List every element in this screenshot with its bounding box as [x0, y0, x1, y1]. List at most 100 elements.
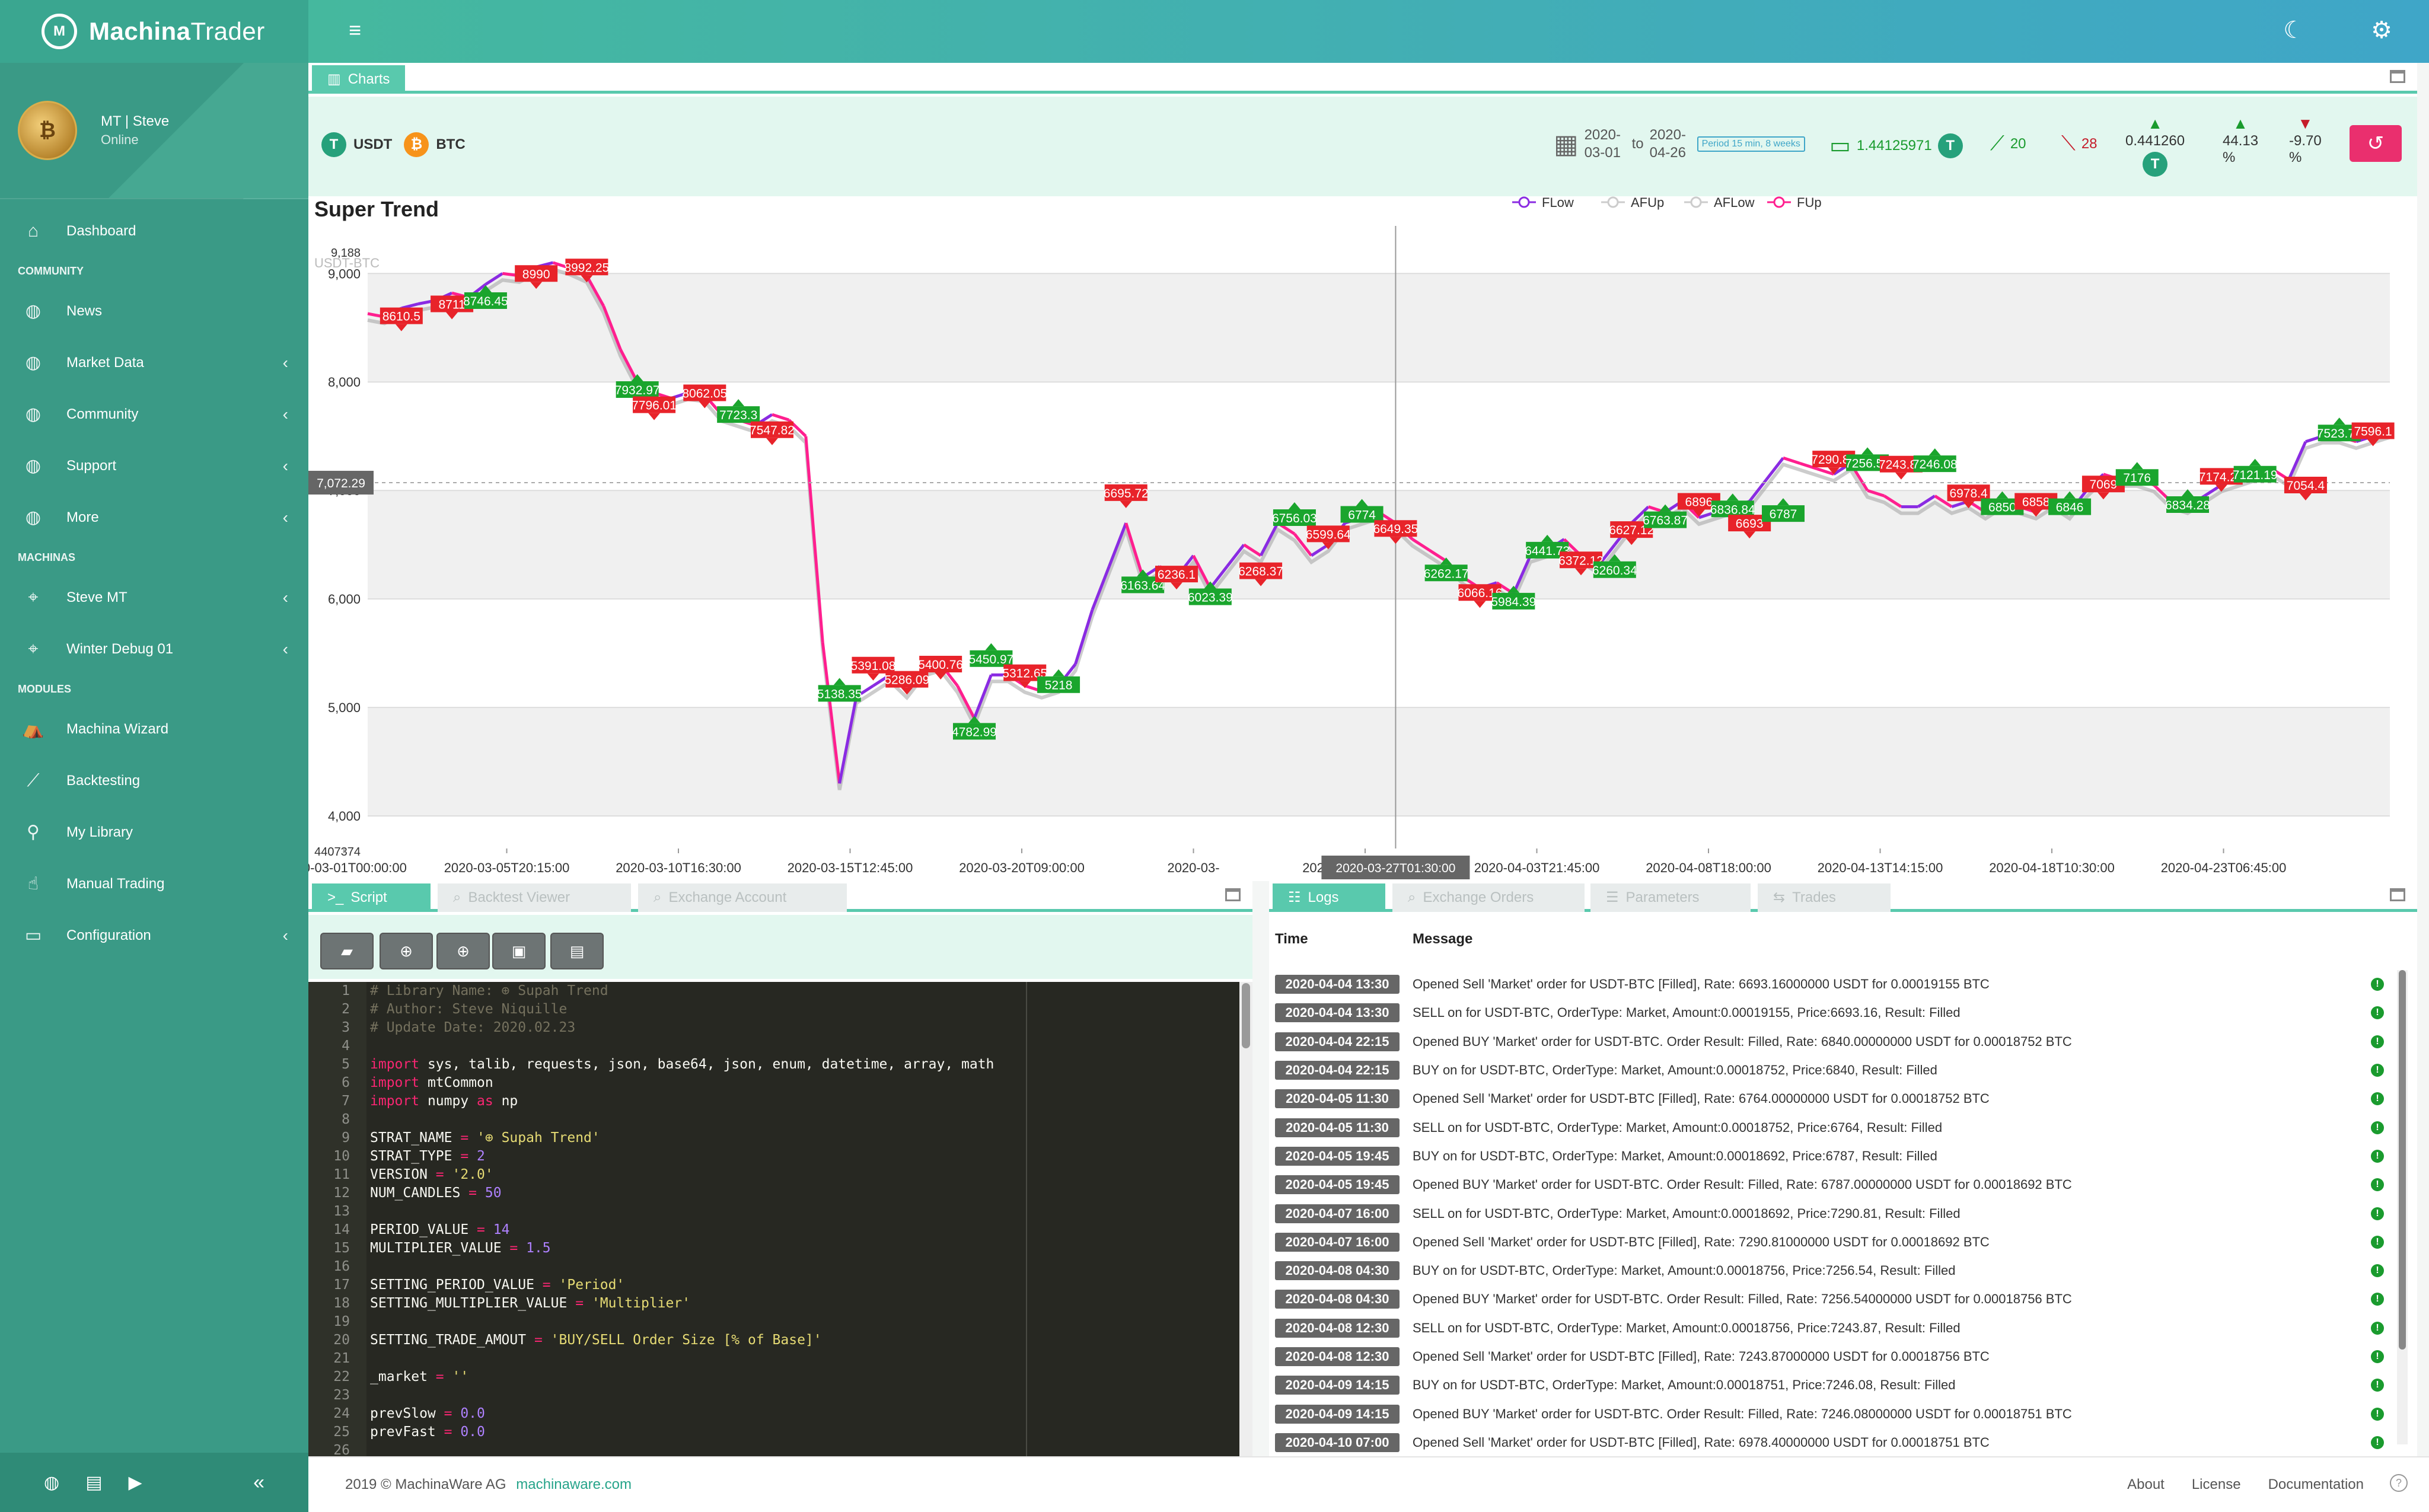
open-folder-button[interactable]: ▰ — [320, 933, 374, 969]
tab-script[interactable]: >_ Script — [312, 883, 431, 912]
code-line[interactable]: STRAT_TYPE = 2 — [366, 1147, 1235, 1166]
code-line[interactable]: prevFast = 0.0 — [366, 1423, 1235, 1441]
log-row[interactable]: 2020-04-09 14:15 Opened BUY 'Market' orde… — [1275, 1399, 2393, 1428]
maximize-icon[interactable] — [1225, 888, 1241, 901]
log-row[interactable]: 2020-04-04 22:15 Opened BUY 'Market' orde… — [1275, 1028, 2393, 1056]
sidebar-item-machina-wizard[interactable]: ⛺ Machina Wizard — [0, 703, 308, 755]
sidebar-item-steve-mt[interactable]: ⌖ Steve MT ‹ — [0, 572, 308, 623]
avatar[interactable]: ₿ — [18, 101, 77, 160]
add-button[interactable]: ⊕ — [380, 933, 433, 969]
sidebar-item-market-data[interactable]: ◍ Market Data ‹ — [0, 337, 308, 388]
log-row[interactable]: 2020-04-08 04:30 Opened BUY 'Market' orde… — [1275, 1285, 2393, 1313]
sidebar-item-backtesting[interactable]: ⟋ Backtesting — [0, 755, 308, 806]
license-link[interactable]: License — [2192, 1476, 2241, 1493]
sidebar-item-winter-debug-01[interactable]: ⌖ Winter Debug 01 ‹ — [0, 623, 308, 675]
code-line[interactable]: MULTIPLIER_VALUE = 1.5 — [366, 1239, 1235, 1258]
file-button[interactable]: ▤ — [550, 933, 604, 969]
log-row[interactable]: 2020-04-05 11:30 Opened Sell 'Market' ord… — [1275, 1084, 2393, 1113]
code-line[interactable]: VERSION = '2.0' — [366, 1166, 1235, 1184]
sidebar-item-dashboard[interactable]: ⌂ Dashboard — [0, 205, 308, 257]
log-row[interactable]: 2020-04-07 16:00 SELL on for USDT-BTC, Or… — [1275, 1199, 2393, 1227]
code-line[interactable] — [366, 1313, 1235, 1331]
log-row[interactable]: 2020-04-04 13:30 SELL on for USDT-BTC, Or… — [1275, 999, 2393, 1027]
code-editor[interactable]: 1 2 3 4 5 6 7 8 9 10 11 12 13 14 15 16 17 18 19 20 21 22 23 24 2… — [308, 982, 1252, 1458]
globe-icon[interactable]: ◍ — [44, 1472, 59, 1493]
tab-parameters[interactable]: ☰ Parameters — [1590, 883, 1751, 912]
code-content[interactable]: # Library Name: ⊕ Supah Trend # Author: S… — [366, 982, 1235, 1456]
tab-parameters-label: Parameters — [1625, 889, 1700, 905]
line-number: 21 — [333, 1351, 350, 1366]
code-line[interactable]: _market = '' — [366, 1368, 1235, 1386]
price-chart[interactable]: 4,0005,0006,0007,0008,0009,0009,18844073… — [308, 196, 2417, 881]
log-row[interactable]: 2020-04-05 11:30 SELL on for USDT-BTC, Or… — [1275, 1113, 2393, 1141]
log-row[interactable]: 2020-04-08 12:30 SELL on for USDT-BTC, Or… — [1275, 1314, 2393, 1342]
tab-trades[interactable]: ⇆ Trades — [1758, 883, 1891, 912]
code-line[interactable] — [366, 1202, 1235, 1221]
pair-stats-bar: T USDT ₿ BTC ▦ 2020-03-01 to 2020-04-26 … — [308, 97, 2417, 196]
maximize-icon[interactable] — [2390, 888, 2405, 901]
reset-button[interactable]: ↺ — [2350, 125, 2402, 162]
help-icon[interactable]: ? — [2390, 1474, 2408, 1492]
code-line[interactable]: # Author: Steve Niquille — [366, 1000, 1235, 1019]
youtube-icon[interactable]: ▶ — [129, 1472, 142, 1493]
editor-scrollbar[interactable] — [1239, 982, 1252, 1456]
arrow-up-icon: ▲ — [2147, 114, 2163, 132]
code-line[interactable]: SETTING_TRADE_AMOUT = 'BUY/SELL Order Si… — [366, 1331, 1235, 1350]
gear-icon[interactable]: ⚙ — [2371, 17, 2392, 44]
pair-selector[interactable]: T USDT ₿ BTC — [321, 132, 473, 157]
code-line[interactable] — [366, 1350, 1235, 1368]
log-row[interactable]: 2020-04-05 19:45 Opened BUY 'Market' orde… — [1275, 1170, 2393, 1199]
date-range[interactable]: ▦ 2020-03-01 to 2020-04-26 Period 15 min… — [1554, 126, 1805, 162]
tab-exchange-orders[interactable]: ⌕ Exchange Orders — [1392, 883, 1585, 912]
sidebar-item-my-library[interactable]: ⚲ My Library — [0, 806, 308, 858]
log-row[interactable]: 2020-04-04 13:30 Opened Sell 'Market' ord… — [1275, 970, 2393, 999]
log-row[interactable]: 2020-04-04 22:15 BUY on for USDT-BTC, Ord… — [1275, 1056, 2393, 1084]
code-line[interactable]: PERIOD_VALUE = 14 — [366, 1221, 1235, 1239]
add-alt-button[interactable]: ⊕ — [436, 933, 490, 969]
documentation-link[interactable]: Documentation — [2268, 1476, 2364, 1493]
log-row[interactable]: 2020-04-09 14:15 BUY on for USDT-BTC, Ord… — [1275, 1371, 2393, 1399]
sidebar-item-more[interactable]: ◍ More ‹ — [0, 492, 308, 543]
trend-down-icon: ⟍ — [2061, 132, 2076, 155]
signal-label: 6695.72 — [1104, 487, 1149, 500]
chat-icon[interactable]: ▤ — [85, 1472, 102, 1493]
log-row[interactable]: 2020-04-07 16:00 Opened Sell 'Market' ord… — [1275, 1228, 2393, 1256]
code-line[interactable]: STRAT_NAME = '⊕ Supah Trend' — [366, 1129, 1235, 1147]
code-line[interactable]: # Library Name: ⊕ Supah Trend — [366, 982, 1235, 1000]
hamburger-menu-icon[interactable]: ≡ — [349, 18, 361, 43]
trades-up: ⟋ 20 — [1990, 132, 2026, 155]
about-link[interactable]: About — [2127, 1476, 2165, 1493]
tab-charts[interactable]: ▥ Charts — [312, 65, 406, 94]
log-row[interactable]: 2020-04-08 12:30 Opened Sell 'Market' ord… — [1275, 1342, 2393, 1371]
tab-backtest-viewer[interactable]: ⌕ Backtest Viewer — [438, 883, 631, 912]
site-link[interactable]: machinaware.com — [516, 1476, 632, 1492]
tab-exchange-account[interactable]: ⌕ Exchange Account — [638, 883, 847, 912]
code-line[interactable] — [366, 1386, 1235, 1405]
sidebar-item-configuration[interactable]: ▭ Configuration ‹ — [0, 910, 308, 961]
brand[interactable]: M MachinaTrader — [0, 0, 308, 63]
moon-icon[interactable]: ☾ — [2283, 17, 2304, 44]
sidebar-item-manual-trading[interactable]: ☝ Manual Trading — [0, 858, 308, 910]
code-line[interactable]: prevSlow = 0.0 — [366, 1405, 1235, 1423]
sidebar-item-community[interactable]: ◍ Community ‹ — [0, 388, 308, 440]
sidebar-item-news[interactable]: ◍ News — [0, 285, 308, 337]
code-line[interactable]: import numpy as np — [366, 1092, 1235, 1111]
code-line[interactable]: SETTING_MULTIPLIER_VALUE = 'Multiplier' — [366, 1294, 1235, 1313]
logs-scrollbar[interactable] — [2397, 970, 2408, 1444]
log-row[interactable]: 2020-04-05 19:45 BUY on for USDT-BTC, Ord… — [1275, 1142, 2393, 1170]
code-line[interactable]: NUM_CANDLES = 50 — [366, 1184, 1235, 1202]
code-line[interactable] — [366, 1111, 1235, 1129]
log-row[interactable]: 2020-04-08 04:30 BUY on for USDT-BTC, Ord… — [1275, 1256, 2393, 1285]
code-line[interactable] — [366, 1258, 1235, 1276]
save-button[interactable]: ▣ — [492, 933, 546, 969]
code-line[interactable]: import sys, talib, requests, json, base6… — [366, 1055, 1235, 1074]
tab-logs[interactable]: ☷ Logs — [1273, 883, 1385, 912]
code-line[interactable] — [366, 1037, 1235, 1055]
code-line[interactable]: SETTING_PERIOD_VALUE = 'Period' — [366, 1276, 1235, 1294]
log-row[interactable]: 2020-04-10 07:00 Opened Sell 'Market' ord… — [1275, 1428, 2393, 1457]
sidebar-item-support[interactable]: ◍ Support ‹ — [0, 440, 308, 492]
maximize-icon[interactable] — [2390, 70, 2405, 83]
code-line[interactable]: import mtCommon — [366, 1074, 1235, 1092]
collapse-sidebar-icon[interactable]: « — [253, 1471, 264, 1494]
code-line[interactable]: # Update Date: 2020.02.23 — [366, 1019, 1235, 1037]
